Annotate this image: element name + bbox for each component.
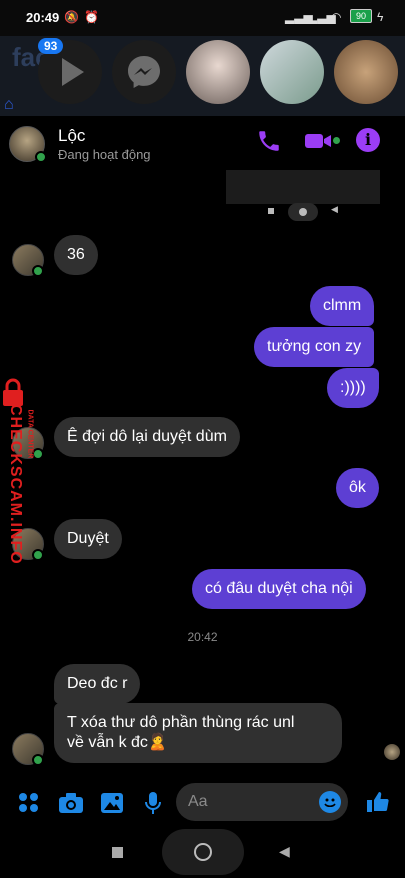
message-outgoing[interactable]: clmm	[310, 286, 375, 326]
media-stop-icon[interactable]	[268, 208, 274, 214]
message-incoming-multiline[interactable]: T xóa thư dô phần thùng rác unl về vẫn k…	[54, 703, 342, 763]
recents-button[interactable]	[112, 847, 123, 858]
message-outgoing[interactable]: tưởng con zy	[254, 327, 375, 367]
thumbs-up-icon	[367, 792, 389, 812]
contact-name[interactable]: Lộc	[58, 126, 85, 146]
back-button[interactable]: ◀	[279, 843, 290, 860]
message-line: T xóa thư dô phần thùng rác unl	[67, 714, 295, 731]
media-home-pill[interactable]	[288, 203, 318, 221]
emoji-icon[interactable]	[319, 791, 341, 813]
media-back-icon[interactable]: ◀	[331, 204, 338, 215]
wifi-icon: ◠	[331, 10, 342, 24]
phone-call-button[interactable]	[256, 128, 282, 154]
online-indicator	[32, 448, 44, 460]
video-online-dot	[333, 137, 340, 144]
redacted-media-preview[interactable]	[226, 170, 380, 204]
home-button[interactable]	[162, 829, 244, 875]
timestamp-divider: 20:42	[187, 630, 218, 644]
watermark-subtext: DATA CENTER	[26, 409, 34, 459]
chat-head-avatar-1[interactable]	[186, 40, 250, 104]
online-indicator	[35, 151, 47, 163]
message-outgoing[interactable]: ôk	[336, 468, 379, 508]
input-placeholder: Aa	[188, 793, 208, 810]
message-line: về vẫn k đc🙎	[67, 734, 168, 751]
message-outgoing[interactable]: :))))	[327, 368, 379, 408]
video-call-button[interactable]	[304, 129, 334, 153]
camera-icon[interactable]	[58, 792, 84, 814]
messenger-chat-head[interactable]	[112, 40, 176, 104]
chat-head-avatar-3[interactable]	[334, 40, 398, 104]
notification-badge: 93	[38, 38, 64, 54]
alarm-icon: ⏰	[84, 10, 99, 24]
chat-head-avatar-2[interactable]	[260, 40, 324, 104]
message-incoming[interactable]: 36	[54, 235, 98, 275]
online-indicator	[32, 265, 44, 277]
battery-indicator: 90	[350, 9, 372, 23]
status-time: 20:49	[26, 10, 60, 25]
chat-header: Lộc Đang hoạt động i	[0, 116, 405, 168]
microphone-icon[interactable]	[144, 791, 162, 815]
status-bar: 20:49 🔕 ⏰ ▂▃▅ ▂▃▅ ◠ 90 ϟ	[0, 0, 405, 36]
watermark-text: CHECKSCAM.INFO	[7, 404, 24, 565]
system-nav-bar: ◀	[0, 828, 405, 878]
online-indicator	[32, 549, 44, 561]
gallery-icon[interactable]	[100, 792, 124, 814]
contact-status: Đang hoạt động	[58, 147, 151, 162]
message-incoming[interactable]: Duyệt	[54, 519, 122, 559]
info-icon[interactable]: i	[356, 128, 380, 152]
more-apps-icon[interactable]	[18, 792, 40, 814]
message-outgoing[interactable]: có đâu duyệt cha nội	[192, 569, 366, 609]
message-composer: Aa	[0, 780, 405, 826]
mute-icon: 🔕	[64, 10, 79, 24]
charging-icon: ϟ	[377, 10, 384, 24]
read-receipt-avatar	[384, 744, 400, 760]
phone-icon	[259, 131, 279, 151]
like-button[interactable]	[366, 790, 390, 814]
message-incoming[interactable]: Deo đc r	[54, 664, 141, 704]
online-indicator	[32, 754, 44, 766]
video-camera-icon	[305, 134, 331, 148]
message-input[interactable]: Aa	[176, 783, 348, 821]
message-incoming[interactable]: Ê đợi dô lại duyệt dùm	[54, 417, 240, 457]
